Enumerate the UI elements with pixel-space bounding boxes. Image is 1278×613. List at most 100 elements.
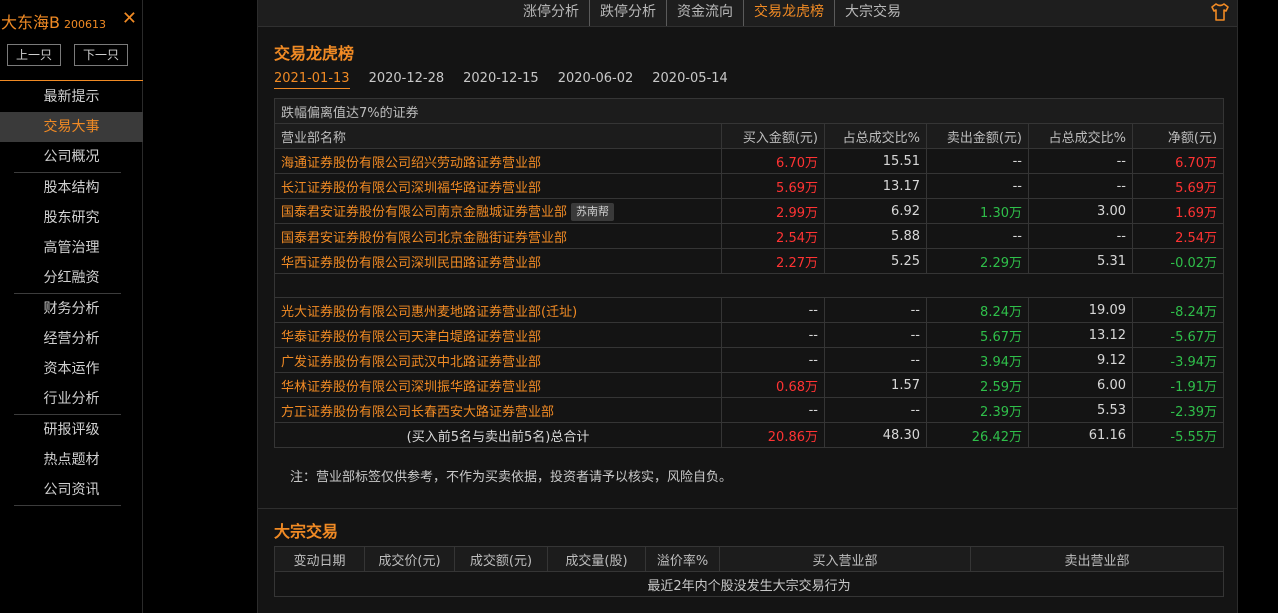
sell-cell: 8.24万 xyxy=(926,297,1029,323)
next-stock-button[interactable]: 下一只 xyxy=(74,44,128,66)
branch-name-cell[interactable]: 国泰君安证券股份有限公司南京金融城证券营业部 苏南帮 xyxy=(274,198,722,224)
branch-name[interactable]: 广发证券股份有限公司武汉中北路证券营业部 xyxy=(281,355,541,370)
date-link-3[interactable]: 2020-06-02 xyxy=(558,71,634,88)
sidebar-item-2-2[interactable]: 资本运作 xyxy=(0,354,143,384)
sidebar-item-0-2[interactable]: 公司概况 xyxy=(0,142,143,172)
buy-cell: -- xyxy=(721,347,825,373)
block-trade-header-row: 变动日期 成交价(元) 成交额(元) 成交量(股) 溢价率% 买入营业部 卖出营业部 xyxy=(274,546,1224,572)
prev-stock-button[interactable]: 上一只 xyxy=(7,44,61,66)
block-trade-column-header: 溢价率% xyxy=(645,546,720,572)
buy-cell: 5.69万 xyxy=(721,173,825,199)
net-cell: 1.69万 xyxy=(1131,198,1225,224)
branch-name[interactable]: 光大证券股份有限公司惠州麦地路证券营业部(迁址) xyxy=(281,305,577,320)
branch-name-cell[interactable]: 长江证券股份有限公司深圳福华路证券营业部 xyxy=(274,173,722,199)
branch-name-cell[interactable]: 光大证券股份有限公司惠州麦地路证券营业部(迁址) xyxy=(274,297,722,323)
tab-4[interactable]: 大宗交易 xyxy=(834,0,911,26)
sidebar-item-2-0[interactable]: 财务分析 xyxy=(0,294,143,324)
sell-cell: 5.67万 xyxy=(926,322,1029,348)
net-cell: 6.70万 xyxy=(1131,148,1225,174)
date-link-0[interactable]: 2021-01-13 xyxy=(274,71,350,89)
sidebar-item-2-3[interactable]: 行业分析 xyxy=(0,384,143,414)
table-row: 海通证券股份有限公司绍兴劳动路证券营业部 6.70万 15.51 -- -- 6.70万 xyxy=(274,148,1225,174)
date-link-2[interactable]: 2020-12-15 xyxy=(463,71,539,88)
sidebar-item-1-0[interactable]: 股本结构 xyxy=(0,173,143,203)
branch-name-cell[interactable]: 华林证券股份有限公司深圳振华路证券营业部 xyxy=(274,372,722,398)
column-header: 卖出金额(元) xyxy=(926,123,1029,149)
buy-cell: 2.54万 xyxy=(721,223,825,249)
sidebar-item-3-2[interactable]: 公司资讯 xyxy=(0,475,143,505)
block-trade-column-header: 成交价(元) xyxy=(364,546,455,572)
sell-cell: 2.29万 xyxy=(926,248,1029,274)
branch-name-cell[interactable]: 方正证券股份有限公司长春西安大路证券营业部 xyxy=(274,397,722,423)
buy-pct-cell: -- xyxy=(824,297,927,323)
total-row: (买入前5名与卖出前5名)总合计 20.86万 48.30 26.42万 61.16 -5… xyxy=(274,422,1225,448)
sidebar-item-3-0[interactable]: 研报评级 xyxy=(0,415,143,445)
stock-header: 大东海B 200613 ✕ xyxy=(0,8,143,32)
branch-name-cell[interactable]: 华泰证券股份有限公司天津白堤路证券营业部 xyxy=(274,322,722,348)
branch-name-cell[interactable]: 华西证券股份有限公司深圳民田路证券营业部 xyxy=(274,248,722,274)
column-header: 买入金额(元) xyxy=(721,123,825,149)
sell-pct-cell: 5.53 xyxy=(1028,397,1133,423)
stock-name: 大东海B 200613 xyxy=(1,13,106,32)
total-sell-cell: 26.42万 xyxy=(926,422,1029,448)
sidebar-item-0-1[interactable]: 交易大事 xyxy=(0,112,143,142)
sidebar: 大东海B 200613 ✕ 上一只 下一只 最新提示 交易大事 公司概况 股本结构 股东研… xyxy=(0,0,143,613)
block-trade-column-header: 变动日期 xyxy=(274,546,365,572)
branch-name[interactable]: 方正证券股份有限公司长春西安大路证券营业部 xyxy=(281,405,554,420)
column-header: 占总成交比% xyxy=(1028,123,1133,149)
branch-name[interactable]: 华泰证券股份有限公司天津白堤路证券营业部 xyxy=(281,330,541,345)
tab-2[interactable]: 资金流向 xyxy=(666,0,743,26)
disclaimer-note: 注：营业部标签仅供参考，不作为买卖依据，投资者请予以核实，风险自负。 xyxy=(290,470,733,485)
sidebar-item-1-3[interactable]: 分红融资 xyxy=(0,263,143,293)
branch-name[interactable]: 长江证券股份有限公司深圳福华路证券营业部 xyxy=(281,181,541,196)
sidebar-item-3-1[interactable]: 热点题材 xyxy=(0,445,143,475)
branch-name-cell[interactable]: 国泰君安证券股份有限公司北京金融街证券营业部 xyxy=(274,223,722,249)
buy-pct-cell: 5.25 xyxy=(824,248,927,274)
total-net-cell: -5.55万 xyxy=(1131,422,1225,448)
buy-cell: 2.99万 xyxy=(721,198,825,224)
total-label: (买入前5名与卖出前5名)总合计 xyxy=(274,422,722,448)
block-trade-column-header: 成交额(元) xyxy=(454,546,548,572)
branch-name-cell[interactable]: 广发证券股份有限公司武汉中北路证券营业部 xyxy=(274,347,722,373)
branch-name[interactable]: 国泰君安证券股份有限公司北京金融街证券营业部 xyxy=(281,231,567,246)
sidebar-item-2-1[interactable]: 经营分析 xyxy=(0,324,143,354)
table-row: 光大证券股份有限公司惠州麦地路证券营业部(迁址) -- -- 8.24万 19.09 -8… xyxy=(274,297,1225,323)
tab-3[interactable]: 交易龙虎榜 xyxy=(743,0,834,26)
net-cell: -0.02万 xyxy=(1131,248,1225,274)
sell-cell: 1.30万 xyxy=(926,198,1029,224)
branch-name-cell[interactable]: 海通证券股份有限公司绍兴劳动路证券营业部 xyxy=(274,148,722,174)
column-header: 占总成交比% xyxy=(824,123,927,149)
date-link-1[interactable]: 2020-12-28 xyxy=(369,71,445,88)
sell-pct-cell: 13.12 xyxy=(1028,322,1133,348)
sell-pct-cell: 6.00 xyxy=(1028,372,1133,398)
total-buy-pct-cell: 48.30 xyxy=(824,422,927,448)
buy-cell: 2.27万 xyxy=(721,248,825,274)
sell-pct-cell: 19.09 xyxy=(1028,297,1133,323)
sell-pct-cell: 3.00 xyxy=(1028,198,1133,224)
close-icon[interactable]: ✕ xyxy=(122,8,137,30)
sell-pct-cell: -- xyxy=(1028,173,1133,199)
block-trade-column-header: 卖出营业部 xyxy=(970,546,1224,572)
branch-name[interactable]: 国泰君安证券股份有限公司南京金融城证券营业部 xyxy=(281,205,567,220)
branch-name[interactable]: 华西证券股份有限公司深圳民田路证券营业部 xyxy=(281,256,541,271)
branch-name[interactable]: 华林证券股份有限公司深圳振华路证券营业部 xyxy=(281,380,541,395)
table-row: 方正证券股份有限公司长春西安大路证券营业部 -- -- 2.39万 5.53 -2.39万 xyxy=(274,397,1225,423)
sidebar-item-1-2[interactable]: 高管治理 xyxy=(0,233,143,263)
sidebar-item-0-0[interactable]: 最新提示 xyxy=(0,82,143,112)
table-caption-row: 跌幅偏离值达7%的证券 xyxy=(273,98,1225,124)
buy-cell: 6.70万 xyxy=(721,148,825,174)
shirt-icon[interactable] xyxy=(1209,1,1231,23)
table-row: 华林证券股份有限公司深圳振华路证券营业部 0.68万 1.57 2.59万 6.00 -1… xyxy=(274,372,1225,398)
tab-1[interactable]: 跌停分析 xyxy=(589,0,666,26)
net-cell: 5.69万 xyxy=(1131,173,1225,199)
buy-cell: -- xyxy=(721,297,825,323)
date-link-4[interactable]: 2020-05-14 xyxy=(652,71,728,88)
tab-0[interactable]: 涨停分析 xyxy=(513,0,589,26)
net-cell: -3.94万 xyxy=(1131,347,1225,373)
sidebar-item-1-1[interactable]: 股东研究 xyxy=(0,203,143,233)
net-cell: -5.67万 xyxy=(1131,322,1225,348)
lhb-section-title: 交易龙虎榜 xyxy=(274,44,355,63)
branch-tag-badge[interactable]: 苏南帮 xyxy=(571,203,615,222)
sell-pct-cell: 9.12 xyxy=(1028,347,1133,373)
branch-name[interactable]: 海通证券股份有限公司绍兴劳动路证券营业部 xyxy=(281,156,541,171)
